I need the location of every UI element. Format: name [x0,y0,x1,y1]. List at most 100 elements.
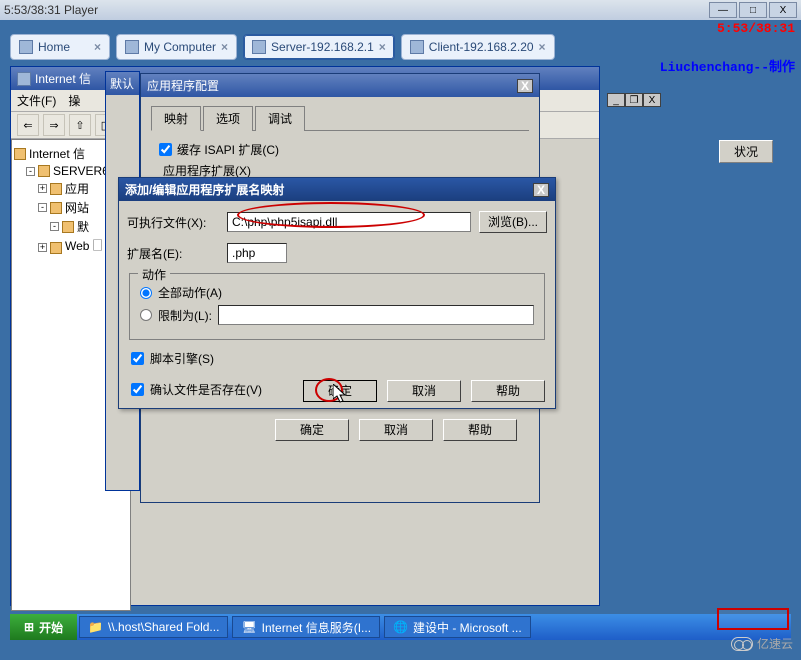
close-icon[interactable]: × [221,40,228,54]
client-icon [410,40,424,54]
row-extension: 扩展名(E): [127,243,547,263]
app-config-title: 应用程序配置 [147,77,219,94]
expand-icon[interactable]: + [38,243,47,252]
tab-mapping[interactable]: 映射 [151,106,201,131]
folder-icon: 📁 [88,620,103,634]
tab-label: Home [38,40,70,54]
restore-button[interactable]: ❐ [625,93,643,107]
cancel-button[interactable]: 取消 [387,380,461,402]
watermark-text: 亿速云 [757,635,793,652]
radio-all-actions[interactable] [140,287,152,299]
checkbox-cache-isapi[interactable]: 缓存 ISAPI 扩展(C) [159,141,529,158]
app-config-tabs: 映射 选项 调试 [151,105,529,131]
iis-icon [17,72,31,86]
computer-icon [125,40,139,54]
annotation-box-bottom-right [717,608,789,630]
folder-icon [50,183,62,195]
close-button[interactable]: X [643,93,661,107]
checkbox-file-exists-row[interactable]: 确认文件是否存在(V) [131,381,262,398]
overlay-credit: Liuchenchang--制作 [660,56,795,75]
taskbar: ⊞ 开始 📁\\.host\Shared Fold... 🖥Internet 信… [10,614,791,640]
script-engine-label: 脚本引擎(S) [150,350,214,367]
app-config-titlebar[interactable]: 应用程序配置 X [141,74,539,97]
task-shared-folder[interactable]: 📁\\.host\Shared Fold... [79,616,228,638]
help-button[interactable]: 帮助 [443,419,517,441]
radio-all-label: 全部动作(A) [158,284,222,301]
home-icon [19,40,33,54]
fwd-icon[interactable]: ⇒ [43,114,65,136]
iis-title-text: Internet 信 [35,70,91,87]
close-icon[interactable]: × [94,40,101,54]
tab-mycomputer[interactable]: My Computer × [116,34,237,60]
file-exists-label: 确认文件是否存在(V) [150,381,262,398]
row-executable: 可执行文件(X): 浏览(B)... [127,211,547,233]
close-icon[interactable]: × [539,40,546,54]
expand-icon[interactable]: - [26,167,35,176]
player-titlebar: 5:53/38:31 Player — □ X [0,0,801,20]
close-icon[interactable]: X [533,183,549,197]
expand-icon[interactable]: + [38,184,47,193]
extension-input[interactable] [227,243,287,263]
tab-options[interactable]: 选项 [203,106,253,131]
start-label: 开始 [39,619,63,636]
expand-icon[interactable]: - [38,203,47,212]
groupbox-action-legend: 动作 [138,266,170,283]
up-icon[interactable]: ⇧ [69,114,91,136]
ok-button[interactable]: 确定 [275,419,349,441]
iis-icon: 🖥 [241,620,256,634]
executable-input[interactable] [227,212,471,232]
menu-op[interactable]: 操 [68,92,80,109]
site-icon [62,221,74,233]
minimize-button[interactable]: _ [607,93,625,107]
server-icon [252,40,266,54]
checkbox-script-engine-row[interactable]: 脚本引擎(S) [131,350,262,367]
tab-server[interactable]: Server-192.168.2.1 × [243,34,395,60]
close-button[interactable]: X [769,2,797,18]
player-title: 5:53/38:31 Player [4,3,98,17]
folder-icon [50,202,62,214]
groupbox-action: 动作 全部动作(A) 限制为(L): [129,273,545,340]
start-button[interactable]: ⊞ 开始 [10,614,77,640]
file-exists-checkbox[interactable] [131,383,144,396]
browse-button[interactable]: 浏览(B)... [479,211,547,233]
player-window-buttons: — □ X [709,2,797,18]
mapping-titlebar[interactable]: 添加/编辑应用程序扩展名映射 X [119,178,555,201]
radio-limit[interactable] [140,309,152,321]
tab-label: Server-192.168.2.1 [271,40,374,54]
limit-input[interactable] [218,305,534,325]
globe-icon [14,148,26,160]
radio-limit-label: 限制为(L): [158,307,212,324]
cache-isapi-checkbox[interactable] [159,143,172,156]
expand-icon[interactable]: - [50,222,59,231]
cancel-button[interactable]: 取消 [359,419,433,441]
radio-all-actions-row[interactable]: 全部动作(A) [140,284,534,301]
watermark-icon [731,637,753,651]
minimize-button[interactable]: — [709,2,737,18]
ok-button[interactable]: 确定 [303,380,377,402]
help-button[interactable]: 帮助 [471,380,545,402]
tab-label: My Computer [144,40,216,54]
folder-icon [50,242,62,254]
mapping-title: 添加/编辑应用程序扩展名映射 [125,181,284,198]
radio-limit-row[interactable]: 限制为(L): [140,305,534,325]
column-header-status[interactable]: 状况 [719,140,773,163]
maximize-button[interactable]: □ [739,2,767,18]
dialog-default-title: 默认 [106,72,139,95]
tab-debug[interactable]: 调试 [255,106,305,131]
menu-file[interactable]: 文件(F) [17,92,56,109]
close-icon[interactable]: X [517,79,533,93]
dialog-add-edit-mapping: 添加/编辑应用程序扩展名映射 X 可执行文件(X): 浏览(B)... 扩展名(… [118,177,556,409]
secondary-window-buttons: _ ❐ X [607,93,661,107]
windows-icon: ⊞ [24,620,34,634]
tab-client[interactable]: Client-192.168.2.20 × [401,34,555,60]
close-icon[interactable]: × [379,40,386,54]
overlay-clock: 5:53/38:31 [717,21,795,36]
tab-home[interactable]: Home × [10,34,110,60]
script-engine-checkbox[interactable] [131,352,144,365]
cache-isapi-label: 缓存 ISAPI 扩展(C) [177,141,279,158]
task-iis[interactable]: 🖥Internet 信息服务(I... [232,616,380,638]
ie-icon: 🌐 [393,620,408,634]
back-icon[interactable]: ⇐ [17,114,39,136]
server-icon [38,165,50,177]
task-ie[interactable]: 🌐建设中 - Microsoft ... [384,616,531,638]
